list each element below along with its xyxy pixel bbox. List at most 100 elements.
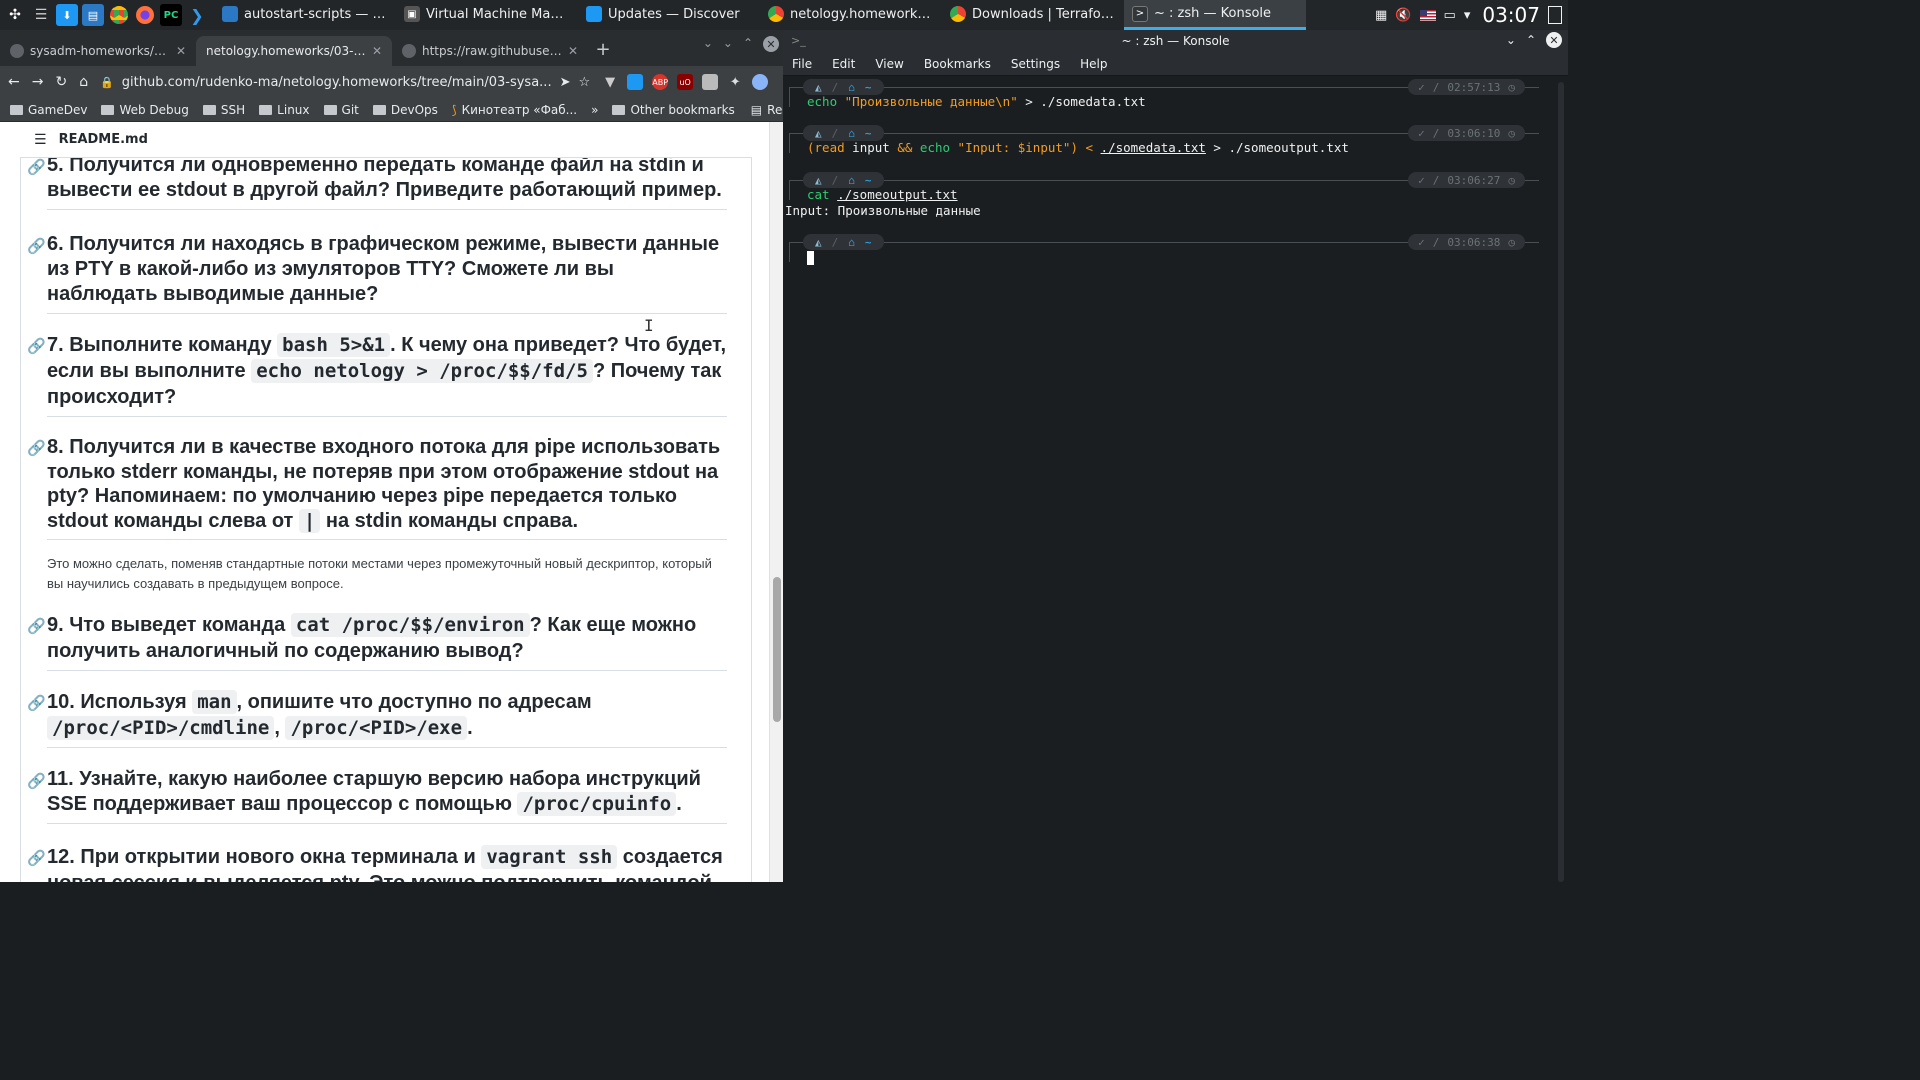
- close-window-icon[interactable]: ✕: [763, 36, 779, 52]
- minimize-icon[interactable]: ⌄: [1506, 33, 1516, 47]
- menu-file[interactable]: File: [792, 57, 812, 71]
- terminal-area[interactable]: ◭ / ⌂ ~ ✓/02:57:13 ◷ echo "Произвольные данн…: [783, 76, 1553, 882]
- konsole-titlebar: >_ ~ : zsh — Konsole ⌄ ⌃ ✕: [783, 30, 1568, 52]
- question-7: 🔗 7. Выполните команду bash 5>&1. К чему…: [27, 332, 727, 417]
- check-icon: ✓: [1418, 235, 1425, 249]
- chrome-icon[interactable]: [108, 4, 130, 26]
- task-discover[interactable]: Updates — Discover: [578, 0, 760, 30]
- tab-sysadm-readme[interactable]: sysadm-homeworks/README.m✕: [0, 36, 196, 66]
- anchor-link-icon[interactable]: 🔗: [27, 846, 46, 872]
- bookmark-kinoteatr[interactable]: ⟆ Кинотеатр «Фаб...: [452, 103, 577, 117]
- close-window-icon[interactable]: ✕: [1546, 32, 1562, 48]
- volume-muted-icon[interactable]: 🔇: [1395, 8, 1411, 23]
- linux-tux-icon: ◭: [815, 80, 822, 94]
- cast-icon[interactable]: [627, 74, 644, 90]
- konsole-menubar: File Edit View Bookmarks Settings Help: [783, 52, 1568, 76]
- lock-icon[interactable]: 🔒: [100, 76, 114, 89]
- close-tab-icon[interactable]: ✕: [568, 44, 578, 58]
- back-icon[interactable]: ←: [8, 74, 20, 90]
- terminal-scrollbar[interactable]: [1554, 76, 1568, 882]
- task-manager-icon[interactable]: ☰: [30, 4, 52, 26]
- bookmark-folder-linux[interactable]: Linux: [259, 103, 310, 117]
- adblock-icon[interactable]: ABP: [652, 74, 669, 90]
- tray-expand-icon[interactable]: ▾: [1464, 8, 1471, 23]
- task-dolphin[interactable]: autostart-scripts — Dolphin: [214, 0, 396, 30]
- prompt-segment-left: ◭ / ⌂ ~: [803, 172, 884, 188]
- home-icon[interactable]: ⌂: [79, 74, 88, 90]
- menu-bookmarks[interactable]: Bookmarks: [924, 57, 991, 71]
- tab-netology-homeworks[interactable]: netology.homeworks/03-sysa ✕: [196, 36, 392, 66]
- anchor-link-icon[interactable]: 🔗: [27, 614, 46, 640]
- bookmark-folder-webdebug[interactable]: Web Debug: [101, 103, 189, 117]
- folder-icon: [372, 104, 386, 115]
- menu-settings[interactable]: Settings: [1011, 57, 1060, 71]
- scrollbar-thumb[interactable]: [773, 577, 781, 722]
- ublock-icon[interactable]: uO: [677, 74, 694, 90]
- task-chrome-netology[interactable]: netology.homeworks/03-sysad...: [760, 0, 942, 30]
- menu-help[interactable]: Help: [1080, 57, 1107, 71]
- task-konsole[interactable]: > ~ : zsh — Konsole: [1124, 0, 1306, 30]
- reload-icon[interactable]: ↻: [55, 74, 67, 90]
- clock-icon: ◷: [1508, 235, 1515, 249]
- bookmark-folder-git[interactable]: Git: [323, 103, 359, 117]
- check-icon: ✓: [1418, 80, 1425, 94]
- question-5: 🔗 5. Получится ли одновременно передать …: [27, 158, 727, 210]
- terminal-icon[interactable]: >_: [791, 34, 806, 47]
- prompt-segment-left: ◭ / ⌂ ~: [803, 125, 884, 141]
- bookmark-folder-gamedev[interactable]: GameDev: [10, 103, 87, 117]
- anchor-link-icon[interactable]: 🔗: [27, 158, 46, 180]
- anchor-link-icon[interactable]: 🔗: [27, 769, 46, 794]
- forward-icon[interactable]: →: [32, 74, 44, 90]
- firefox-icon[interactable]: [134, 4, 156, 26]
- vscode-icon[interactable]: ❯: [186, 4, 208, 26]
- maximize-icon[interactable]: ⌃: [743, 36, 753, 52]
- dolphin-icon[interactable]: ▤: [82, 4, 104, 26]
- folder-icon: [101, 104, 115, 115]
- task-virt-manager[interactable]: ▣Virtual Machine Manager: [396, 0, 578, 30]
- folder-icon: [10, 104, 23, 115]
- bookmark-folder-devops[interactable]: DevOps: [372, 103, 438, 117]
- anchor-link-icon[interactable]: 🔗: [27, 437, 46, 462]
- menu-view[interactable]: View: [875, 57, 903, 71]
- bookmark-star-icon[interactable]: ☆: [578, 75, 590, 90]
- clipboard-icon[interactable]: ▦: [1375, 8, 1387, 23]
- bookmarks-bar: GameDev Web Debug SSH Linux Git DevOps ⟆…: [0, 98, 837, 122]
- url-text[interactable]: github.com/rudenko-ma/netology.homeworks…: [122, 75, 552, 90]
- close-tab-icon[interactable]: ✕: [372, 44, 382, 58]
- close-tab-icon[interactable]: ✕: [176, 44, 186, 58]
- tab-raw-github[interactable]: https://raw.githubuserconte✕: [392, 36, 588, 66]
- tab-search-icon[interactable]: ⌄: [703, 36, 713, 52]
- send-icon[interactable]: ➤: [560, 75, 571, 90]
- discover-icon[interactable]: ⬇: [56, 4, 78, 26]
- minimize-icon[interactable]: ⌄: [723, 36, 733, 52]
- launcher-group: ✣ ☰ ⬇ ▤ PC ❯: [0, 0, 208, 30]
- pycharm-icon[interactable]: PC: [160, 4, 182, 26]
- anchor-link-icon[interactable]: 🔗: [27, 234, 46, 259]
- clock[interactable]: 03:07: [1482, 3, 1540, 27]
- page-scrollbar[interactable]: [769, 122, 783, 882]
- app-launcher-icon[interactable]: ✣: [4, 4, 26, 26]
- scrollbar-thumb[interactable]: [1558, 82, 1564, 882]
- prompt-line: ◭ / ⌂ ~ ✓/03:06:38 ◷: [789, 233, 1539, 262]
- profile-avatar[interactable]: [752, 74, 769, 90]
- extensions-puzzle-icon[interactable]: ✦: [727, 74, 743, 90]
- maximize-icon[interactable]: ⌃: [1526, 33, 1536, 47]
- terminal-cursor: [807, 251, 814, 265]
- outline-list-icon[interactable]: ☰: [34, 132, 47, 148]
- bookmarks-overflow-button[interactable]: »: [591, 103, 598, 117]
- address-bar[interactable]: 🔒 github.com/rudenko-ma/netology.homewor…: [100, 69, 590, 95]
- menu-edit[interactable]: Edit: [832, 57, 855, 71]
- show-desktop-icon[interactable]: [1548, 6, 1562, 24]
- anchor-link-icon[interactable]: 🔗: [27, 691, 46, 717]
- command-line-3: cat ./someoutput.txt: [807, 187, 958, 202]
- vue-devtools-icon[interactable]: ▼: [602, 74, 618, 90]
- prompt-segment-left: ◭ / ⌂ ~: [803, 79, 884, 95]
- bookmark-folder-ssh[interactable]: SSH: [202, 103, 245, 117]
- new-tab-button[interactable]: +: [588, 36, 618, 66]
- anchor-link-icon[interactable]: 🔗: [27, 334, 46, 360]
- task-chrome-terraform[interactable]: Downloads | Terraform by Has...: [942, 0, 1124, 30]
- screenshot-icon[interactable]: [702, 74, 719, 90]
- keyboard-layout-flag-icon[interactable]: [1419, 9, 1436, 21]
- other-bookmarks[interactable]: Other bookmarks: [612, 103, 735, 117]
- display-icon[interactable]: ▭: [1444, 8, 1456, 23]
